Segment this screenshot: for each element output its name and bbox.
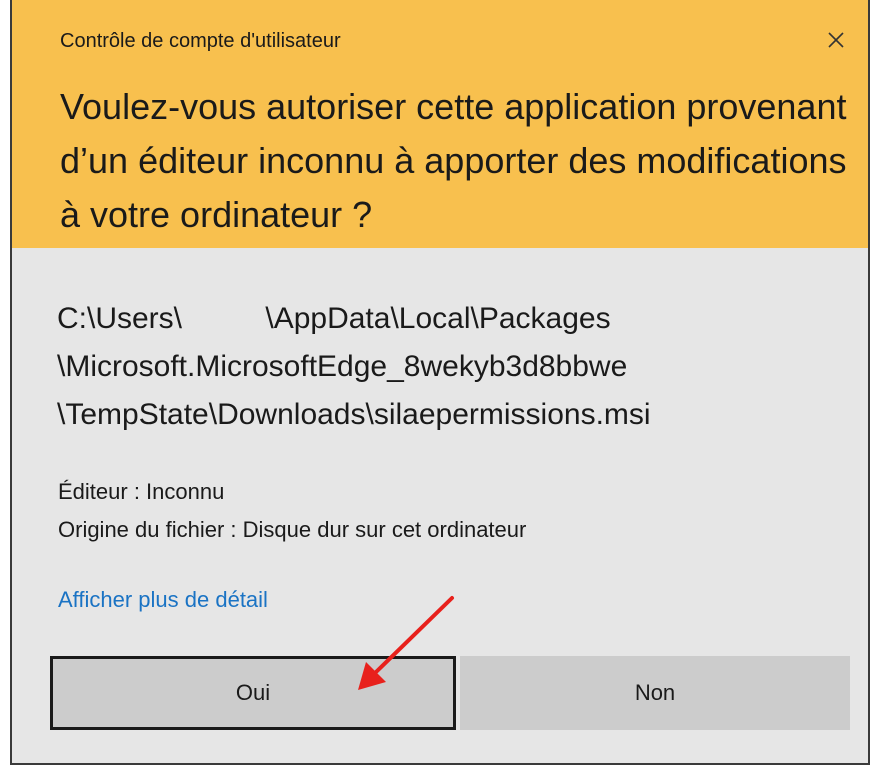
no-button[interactable]: Non (460, 656, 850, 730)
file-path-line: \TempState\Downloads\silaepermissions.ms… (57, 398, 651, 431)
file-origin-label: Origine du fichier : Disque dur sur cet … (58, 517, 527, 542)
uac-dialog: Contrôle de compte d'utilisateur Voulez-… (10, 0, 870, 765)
file-info: Éditeur : Inconnu Origine du fichier : D… (58, 473, 526, 549)
file-path-line: C:\Users\ \AppData\Local\Packages (57, 302, 611, 335)
publisher-label: Éditeur : Inconnu (58, 479, 225, 504)
dialog-header: Contrôle de compte d'utilisateur Voulez-… (12, 0, 868, 248)
window-title: Contrôle de compte d'utilisateur (60, 30, 341, 52)
close-button[interactable] (818, 22, 854, 58)
question-heading: Voulez-vous autoriser cette application … (60, 86, 847, 235)
show-more-details-link[interactable]: Afficher plus de détail (58, 587, 268, 613)
file-path-line: \Microsoft.MicrosoftEdge_8wekyb3d8bbwe (57, 350, 628, 383)
file-path: C:\Users\ \AppData\Local\Packages \Micro… (57, 295, 857, 439)
close-icon (828, 32, 844, 48)
yes-button[interactable]: Oui (50, 656, 456, 730)
